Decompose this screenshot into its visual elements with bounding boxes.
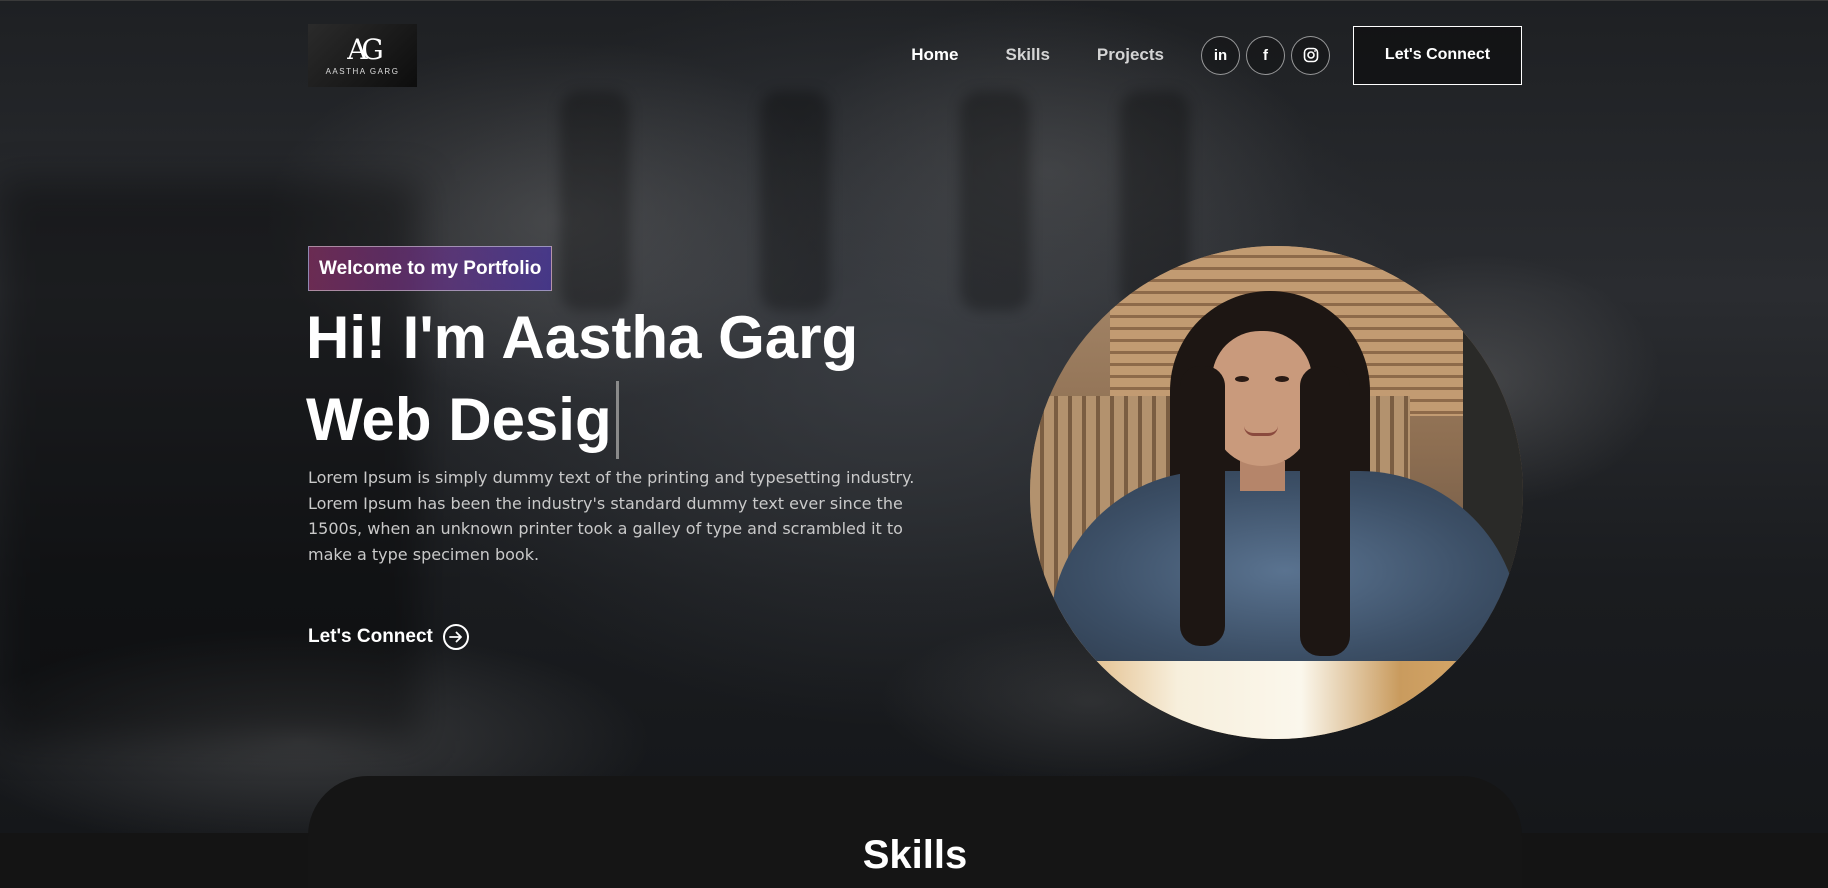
hero-connect-label: Let's Connect: [308, 626, 433, 647]
skills-heading: Skills: [862, 833, 968, 877]
hero-description: Lorem Ipsum is simply dummy text of the …: [308, 468, 915, 564]
hero-connect-button[interactable]: Let's Connect: [308, 623, 469, 651]
linkedin-icon[interactable]: in: [1201, 35, 1240, 75]
social-links: in f: [1201, 35, 1330, 75]
portfolio-page: AG AASTHA GARG Home Skills Projects in f…: [0, 0, 1828, 888]
lets-connect-button[interactable]: Let's Connect: [1353, 25, 1522, 85]
skills-section: Skills: [308, 776, 1522, 888]
logo-text: AASTHA GARG: [325, 66, 400, 76]
hero-title: Hi! I'm Aastha Garg: [306, 304, 859, 371]
welcome-tagline: Welcome to my Portfolio: [308, 246, 553, 291]
hero-heading: Hi! I'm Aastha Garg Web Desig: [306, 297, 858, 461]
arrow-right-circle-icon: [442, 624, 469, 650]
hero-role-line: Web Desig: [306, 379, 858, 461]
navbar: AG AASTHA GARG Home Skills Projects in f…: [308, 23, 1522, 87]
profile-photo: [1030, 246, 1523, 739]
typing-cursor: [615, 381, 619, 459]
facebook-icon[interactable]: f: [1246, 35, 1285, 75]
nav-menu: Home Skills Projects in f Let's Connect: [911, 25, 1522, 85]
nav-link-skills[interactable]: Skills: [1005, 45, 1049, 65]
logo-mark: AG: [347, 32, 384, 66]
nav-link-home[interactable]: Home: [911, 45, 958, 65]
hero-background-image: [0, 1, 1828, 833]
instagram-icon[interactable]: [1291, 35, 1330, 75]
hero-role-text: Web Desig: [306, 386, 612, 453]
nav-link-projects[interactable]: Projects: [1097, 45, 1164, 65]
logo[interactable]: AG AASTHA GARG: [308, 23, 417, 87]
